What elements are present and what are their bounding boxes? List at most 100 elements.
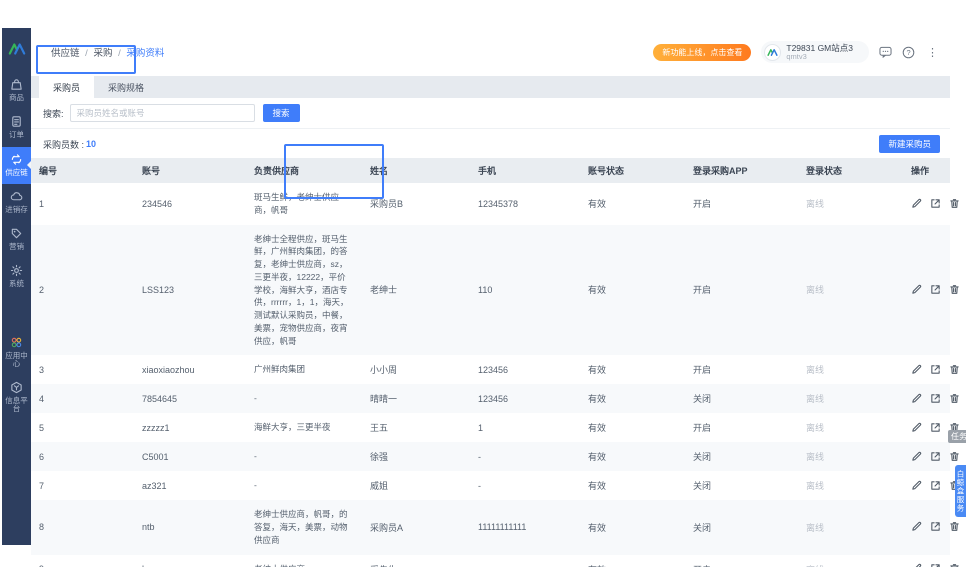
avatar [764, 43, 782, 61]
edit-icon[interactable] [911, 521, 923, 533]
table-body: 1 234546 斑马生鲜，老绅士供应商，帆哥 采购员B 12345378 有效 开启 离线 2… [31, 183, 959, 567]
delete-icon[interactable] [949, 451, 961, 463]
cell-account-status: 有效 [588, 522, 607, 533]
table-row: 9buy老绅士供应商，sz采先生-有效开启离线 [31, 555, 959, 567]
info-platform-icon [10, 381, 23, 394]
cell-login-status: 离线 [806, 423, 825, 434]
sidebar-item-label: 供应链 [5, 167, 28, 177]
cell-account-status: 有效 [588, 452, 607, 463]
breadcrumb[interactable]: 供应链 / 采购 / 采购资料 [43, 39, 172, 65]
sidebar-item-app-center[interactable]: 应用中心 [2, 330, 31, 376]
cell-no: 6 [39, 451, 45, 462]
search-input[interactable] [69, 104, 255, 122]
assign-icon[interactable] [930, 198, 942, 210]
supply-chain-icon [10, 153, 23, 166]
sidebar-item-goods[interactable]: 商品 [2, 72, 31, 109]
assign-icon[interactable] [930, 284, 942, 296]
column-header: 负责供应商 [254, 166, 300, 176]
assign-icon[interactable] [930, 364, 942, 376]
table-row: 8 ntb 老绅士供应商，帆哥，的答复，海天，美票，动物供应商 采购员A 1111111… [31, 500, 959, 555]
main-content: 供应链 / 采购 / 采购资料 新功能上线，点击查看 T29831 GM站点3 … [31, 28, 959, 567]
column-header: 登录状态 [806, 166, 843, 176]
breadcrumb-purchase-data[interactable]: 采购资料 [126, 48, 164, 59]
svg-text:?: ? [906, 48, 910, 57]
sidebar-item-system[interactable]: 系统 [2, 258, 31, 295]
assign-icon[interactable] [930, 393, 942, 405]
edit-icon[interactable] [911, 364, 923, 376]
cell-account-status: 有效 [588, 394, 607, 405]
sidebar-item-info-platform[interactable]: 信息平台 [2, 375, 31, 421]
sidebar-item-orders[interactable]: 订单 [2, 109, 31, 146]
message-icon[interactable] [879, 46, 892, 58]
delete-icon[interactable] [949, 393, 961, 405]
tab-buyers[interactable]: 采购员 [39, 76, 95, 98]
cell-account: az321 [142, 480, 167, 491]
app-logo-icon[interactable] [2, 34, 31, 64]
service-ribbon[interactable]: 白鲸盒服务 [955, 465, 966, 517]
assign-icon[interactable] [930, 521, 942, 533]
more-options-icon[interactable]: ⋮ [925, 46, 940, 59]
cell-suppliers: - [254, 451, 257, 462]
edit-icon[interactable] [911, 284, 923, 296]
sidebar-item-marketing[interactable]: 营销 [2, 221, 31, 258]
edit-icon[interactable] [911, 422, 923, 434]
cell-account: 234546 [142, 198, 173, 209]
edit-icon[interactable] [911, 393, 923, 405]
sidebar-item-supply-chain[interactable]: 供应链 [2, 146, 31, 184]
cell-phone: 1 [478, 422, 484, 433]
delete-icon[interactable] [949, 364, 961, 376]
breadcrumb-separator: / [118, 48, 121, 59]
cell-actions [903, 183, 966, 225]
assign-icon[interactable] [930, 480, 942, 492]
cell-app-login: 关闭 [693, 394, 712, 405]
cell-no: 7 [39, 480, 45, 491]
search-section: 搜索: 搜索 [31, 98, 950, 129]
help-icon[interactable]: ? [902, 46, 915, 59]
delete-icon[interactable] [949, 284, 961, 296]
cell-phone: - [478, 451, 481, 462]
cell-name: 采购员A [370, 522, 404, 533]
cell-no: 1 [39, 198, 45, 209]
sidebar-item-label: 系统 [9, 279, 24, 289]
buyer-count-label: 采购员数 : [43, 139, 85, 150]
cell-account: ntb [142, 522, 155, 533]
user-menu[interactable]: T29831 GM站点3 qmtv3 [761, 40, 869, 64]
breadcrumb-purchase[interactable]: 采购 [93, 48, 112, 59]
delete-icon[interactable] [949, 563, 961, 567]
delete-icon[interactable] [949, 198, 961, 210]
sidebar-item-inventory[interactable]: 进销存 [2, 184, 31, 221]
new-feature-badge[interactable]: 新功能上线，点击查看 [653, 43, 752, 61]
cell-account-status: 有效 [580, 555, 685, 567]
cell-suppliers: 老绅士供应商，帆哥，的答复，海天，美票，动物供应商 [254, 509, 348, 545]
cell-actions [903, 384, 966, 413]
tab-purchase-specs[interactable]: 采购规格 [94, 76, 158, 98]
edit-icon[interactable] [911, 480, 923, 492]
delete-icon[interactable] [949, 521, 961, 533]
table-row: 4 7854645 - 晴晴一 123456 有效 关闭 离线 [31, 384, 959, 414]
edit-icon[interactable] [911, 198, 923, 210]
assign-icon[interactable] [930, 563, 942, 567]
cell-phone: 123456 [478, 393, 509, 404]
cell-no: 2 [39, 284, 45, 295]
sidebar-item-label: 营销 [9, 242, 24, 251]
search-button[interactable]: 搜索 [262, 104, 300, 122]
cell-actions [903, 225, 966, 356]
edit-icon[interactable] [911, 451, 923, 463]
table-header: 编号 账号 负责供应商 姓名 手机 账号状态 登录采购APP 登录状态 操作 [31, 158, 950, 183]
cell-account: xiaoxiaozhou [142, 364, 195, 375]
gear-icon [10, 264, 23, 277]
breadcrumb-supply-chain[interactable]: 供应链 [51, 48, 80, 59]
cell-account-status: 有效 [588, 285, 607, 296]
cell-account: LSS123 [142, 284, 175, 295]
cell-account: buy [134, 555, 246, 567]
cell-login-status: 离线 [806, 394, 825, 405]
task-tag[interactable]: 任务 [948, 430, 966, 443]
assign-icon[interactable] [930, 451, 942, 463]
cell-app-login: 关闭 [693, 522, 712, 533]
cell-suppliers: - [254, 393, 257, 404]
create-buyer-button[interactable]: 新建采购员 [879, 135, 940, 153]
cell-no: 3 [39, 364, 45, 375]
cell-no: 4 [39, 393, 45, 404]
edit-icon[interactable] [911, 563, 923, 567]
assign-icon[interactable] [930, 422, 942, 434]
